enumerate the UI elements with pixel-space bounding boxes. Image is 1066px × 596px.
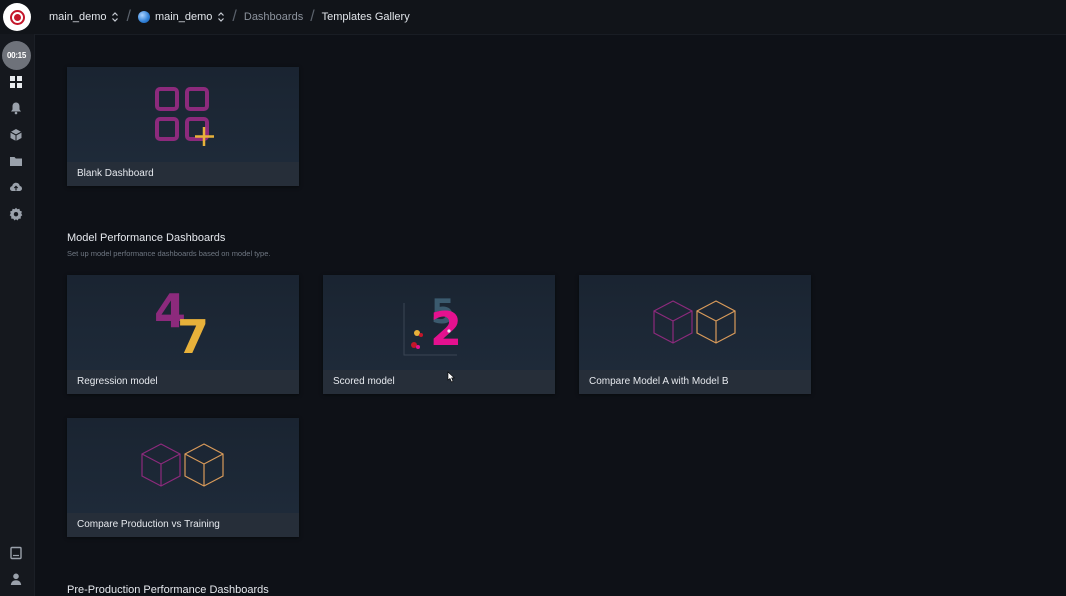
- chevron-updown-icon: [112, 12, 119, 22]
- numbers-art-icon: 4 7: [154, 284, 209, 364]
- breadcrumb-current: Templates Gallery: [321, 11, 410, 23]
- card-label: Compare Production vs Training: [67, 513, 299, 537]
- space-name: main_demo: [49, 11, 107, 23]
- model-name: main_demo: [154, 11, 213, 23]
- globe-icon: [137, 11, 150, 23]
- card-art: 4 7: [67, 275, 299, 370]
- card-art: [67, 418, 299, 513]
- sidebar: 00:15: [0, 34, 35, 596]
- breadcrumb-dashboards[interactable]: Dashboards: [244, 11, 303, 23]
- model-selector[interactable]: main_demo: [137, 11, 225, 23]
- compare-models-card[interactable]: Compare Model A with Model B: [579, 275, 811, 394]
- section-title-model-performance: Model Performance Dashboards: [67, 232, 226, 244]
- blank-dashboard-card[interactable]: Blank Dashboard: [67, 67, 299, 186]
- card-label: Compare Model A with Model B: [579, 370, 811, 394]
- bell-icon[interactable]: [9, 101, 23, 115]
- scored-art-icon: 5 2: [403, 292, 462, 356]
- folder-icon[interactable]: [9, 154, 23, 168]
- svg-text:7: 7: [177, 310, 209, 364]
- cube-icon[interactable]: [9, 128, 23, 142]
- svg-text:2: 2: [430, 302, 462, 356]
- card-label: Regression model: [67, 370, 299, 394]
- chevron-updown-icon: [218, 12, 225, 22]
- regression-model-card[interactable]: 4 7 Regression model: [67, 275, 299, 394]
- top-bar: main_demo / main_demo / Dashboards / Tem…: [0, 0, 1066, 35]
- two-cubes-icon: [141, 443, 224, 487]
- card-art: 5 2: [323, 275, 555, 370]
- dashboards-icon[interactable]: [9, 75, 23, 89]
- space-selector[interactable]: main_demo: [49, 11, 119, 23]
- section-title-pre-production: Pre-Production Performance Dashboards: [67, 584, 269, 596]
- cloud-upload-icon[interactable]: [9, 180, 23, 194]
- app-logo[interactable]: [0, 0, 34, 34]
- book-icon[interactable]: [9, 546, 23, 560]
- scored-model-card[interactable]: 5 2 Scored model: [323, 275, 555, 394]
- breadcrumb-separator: /: [310, 8, 315, 25]
- templates-gallery: Blank Dashboard Model Performance Dashbo…: [35, 35, 1066, 596]
- card-art: [579, 275, 811, 370]
- two-cubes-icon: [653, 300, 736, 344]
- user-icon[interactable]: [9, 572, 23, 586]
- mouse-cursor-icon: [447, 371, 455, 383]
- breadcrumb-separator: /: [232, 8, 237, 25]
- card-label: Scored model: [323, 370, 555, 394]
- card-label: Blank Dashboard: [67, 162, 299, 186]
- logo-icon: [3, 3, 31, 31]
- compare-production-training-card[interactable]: Compare Production vs Training: [67, 418, 299, 537]
- gear-icon[interactable]: [9, 207, 23, 221]
- card-art: [67, 67, 299, 162]
- breadcrumb-separator: /: [126, 8, 131, 25]
- grid-plus-icon: [155, 87, 214, 146]
- timer-badge[interactable]: 00:15: [2, 41, 31, 70]
- section-subtitle: Set up model performance dashboards base…: [67, 249, 271, 258]
